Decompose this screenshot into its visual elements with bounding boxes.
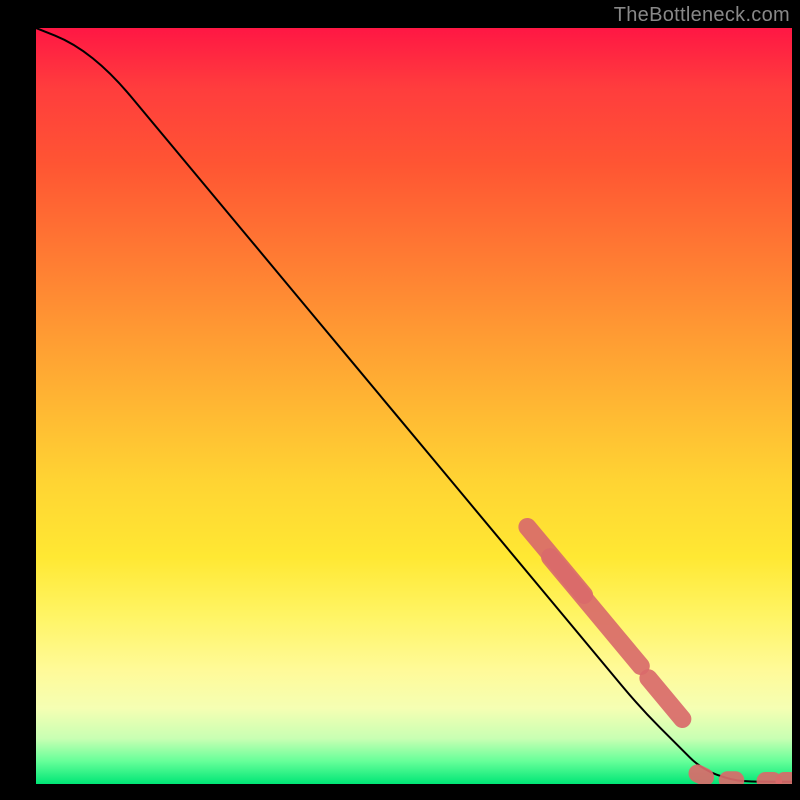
highlight-segment (550, 557, 641, 666)
attribution-label: TheBottleneck.com (614, 4, 790, 27)
bottleneck-curve (36, 28, 792, 782)
highlight-segment (698, 773, 706, 777)
highlight-segment (527, 527, 584, 595)
chart-plot-area (36, 28, 792, 784)
chart-svg (36, 28, 792, 784)
highlight-segment (648, 678, 682, 719)
